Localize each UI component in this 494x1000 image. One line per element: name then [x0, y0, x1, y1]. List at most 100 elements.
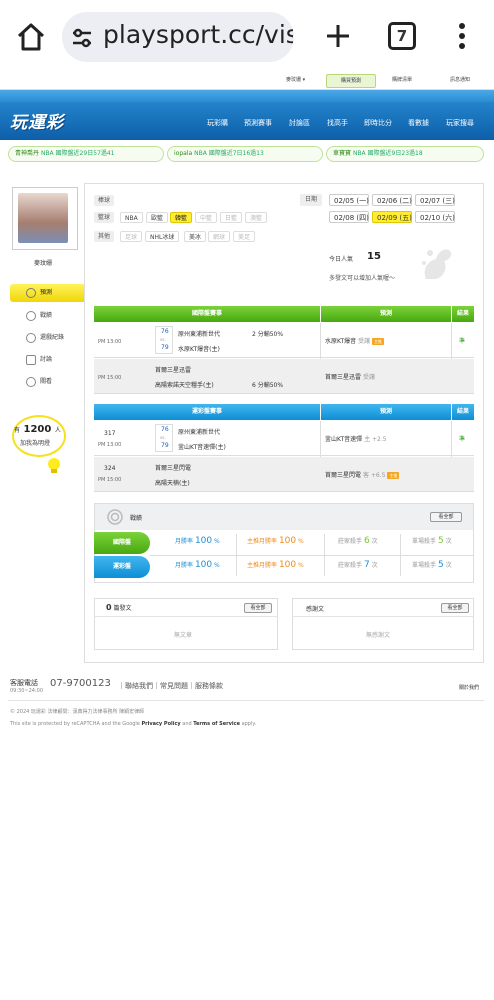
person-icon	[26, 377, 36, 387]
league-chip[interactable]: 足球	[120, 231, 143, 242]
nav-item[interactable]: 找高手	[327, 118, 348, 128]
sidebar-item-follow[interactable]: 關看	[10, 373, 84, 391]
prediction: 水原KT爆音 受讓 主推	[325, 338, 384, 345]
divider	[94, 616, 278, 617]
intl-head-result: 結果	[452, 306, 474, 322]
site-topbar	[0, 72, 494, 90]
league-chip[interactable]: 網球	[208, 231, 231, 242]
team-away[interactable]: 原州東浦新世代	[178, 427, 220, 436]
date-button[interactable]: 02/08 (四)	[329, 211, 369, 223]
nav-item[interactable]: 討論區	[289, 118, 310, 128]
league-chip[interactable]: NBA	[120, 212, 143, 223]
about-link[interactable]: 關於我們	[459, 684, 479, 691]
nav-item[interactable]: 玩家搜尋	[446, 118, 474, 128]
date-button[interactable]: 02/06 (二)	[372, 194, 412, 206]
league-chip[interactable]: 澳籃	[245, 212, 268, 223]
thanks-title: 感謝文	[306, 606, 325, 613]
team-home[interactable]: 釜山KT音速彈(主)	[178, 442, 226, 451]
articles-more-button[interactable]: 看全部	[244, 603, 272, 613]
mascot-illustration	[418, 243, 456, 283]
lottery-head-event: 運彩盤賽事	[94, 404, 320, 420]
team-away[interactable]: 首爾三星閃電	[155, 463, 191, 472]
game-time: PM 13:00	[98, 339, 122, 345]
avatar[interactable]	[18, 193, 68, 243]
user-menu[interactable]: 麥玟姗 ▾	[286, 76, 305, 83]
date-button[interactable]: 02/07 (三)	[415, 194, 455, 206]
footer-links: ｜聯絡我們｜常見問題｜服務條款	[118, 682, 223, 690]
league-chip[interactable]: 日籃	[220, 212, 243, 223]
league-chip[interactable]: 歐籃	[146, 212, 169, 223]
game-time: PM 13:00	[98, 442, 122, 448]
record-tag-lottery: 運彩盤	[94, 556, 150, 578]
url-text[interactable]: playsport.cc/visi	[103, 20, 293, 49]
terms-link[interactable]: 服務條款	[195, 682, 223, 690]
league-chip[interactable]: 美冰	[184, 231, 207, 242]
nav-item[interactable]: 預測賽事	[244, 118, 272, 128]
new-tab-icon[interactable]	[322, 20, 354, 52]
date-button-selected[interactable]: 02/09 (五)	[372, 211, 412, 223]
prediction: 釜山KT音速彈 主 +2.5	[325, 436, 387, 443]
game-number: 317	[104, 430, 116, 437]
header-decoration	[0, 90, 494, 102]
popularity-hint: 多發文可以增加人氣喔～	[329, 275, 396, 282]
contact-link[interactable]: 聯絡我們	[125, 682, 153, 690]
league-chip[interactable]: 中籃	[195, 212, 218, 223]
more-menu-icon[interactable]	[455, 22, 469, 50]
league-chip[interactable]: NHL冰球	[145, 231, 180, 242]
team-away[interactable]: 首爾三星迅雷	[155, 365, 191, 374]
articles-empty: 無文章	[174, 632, 193, 639]
intl-head-pred: 預測	[321, 306, 451, 322]
table-row	[94, 323, 474, 358]
record-more-button[interactable]: 看全部	[430, 512, 462, 522]
filter-label: 棒球	[94, 195, 114, 206]
record-header	[95, 504, 473, 530]
date-button[interactable]: 02/05 (一)	[329, 194, 369, 206]
team-home[interactable]: 水原KT爆音(主)	[178, 344, 220, 353]
username: 麥玟姗	[34, 260, 53, 267]
sidebar-item-record[interactable]: 戰績	[10, 307, 84, 325]
home-icon[interactable]	[14, 20, 48, 54]
nav-item[interactable]: 玩彩購	[207, 118, 228, 128]
team-home[interactable]: 高陽索諾天空糧手(主)	[155, 380, 214, 389]
thanks-empty: 無感謝文	[366, 632, 391, 639]
single-killer: 單場殺手 5 次	[412, 560, 452, 570]
sidebar-item-history[interactable]: 還戲紀錄	[10, 329, 84, 347]
faq-link[interactable]: 常見問題	[160, 682, 188, 690]
divider	[8, 700, 484, 701]
site-settings-icon[interactable]	[70, 26, 94, 50]
tab-switcher-button[interactable]: 7	[388, 22, 416, 50]
sidebar-item-discussion[interactable]: 討論	[10, 351, 84, 369]
site-logo[interactable]: 玩運彩	[10, 108, 64, 133]
game-time: PM 15:00	[98, 477, 122, 483]
date-button[interactable]: 02/10 (六)	[415, 211, 455, 223]
league-chip[interactable]: 美足	[233, 231, 256, 242]
ticker-item[interactable]: 青神喬丹 NBA 國際盤近29日57過41	[8, 146, 164, 162]
filter-label: 其他	[94, 231, 114, 242]
privacy-link[interactable]: Privacy Policy	[141, 721, 180, 727]
nav-item[interactable]: 看數據	[408, 118, 429, 128]
date-label: 日期	[300, 194, 322, 206]
ticker-item[interactable]: 車寶寶 NBA 國際盤近9日23過18	[326, 146, 484, 162]
fans-count: 有 1200 人	[14, 424, 61, 435]
tos-link[interactable]: Terms of Service	[193, 721, 240, 727]
ticker-item[interactable]: iopala NBA 國際盤近7日16過13	[167, 146, 323, 162]
fans-label: 加我為明燈	[20, 440, 51, 447]
fans-badge[interactable]	[12, 415, 66, 457]
team-home[interactable]: 高陽天楠(主)	[155, 478, 190, 487]
thanks-more-button[interactable]: 看全部	[441, 603, 469, 613]
league-chip-selected[interactable]: 韓籃	[170, 212, 193, 223]
history-icon	[26, 333, 36, 343]
record-tag-intl: 國際盤	[94, 532, 150, 554]
buy-prediction-button[interactable]: 購買預測	[326, 74, 376, 88]
chat-icon	[26, 355, 36, 365]
cart-link[interactable]: 購牌清單	[392, 76, 412, 83]
nav-item[interactable]: 即時比分	[364, 118, 392, 128]
service-hours: 09:30~24:00	[10, 688, 44, 694]
popularity-label: 今日人氣	[329, 256, 354, 263]
team-away[interactable]: 原州東浦新世代	[178, 329, 220, 338]
sidebar-item-predict[interactable]: 預測	[10, 284, 84, 302]
main-month-rate: 主推月勝率 100 %	[247, 560, 304, 570]
service-phone[interactable]: 07-9700123	[50, 678, 111, 689]
divider	[150, 555, 474, 556]
notice-link[interactable]: 訊息通知	[450, 76, 470, 83]
